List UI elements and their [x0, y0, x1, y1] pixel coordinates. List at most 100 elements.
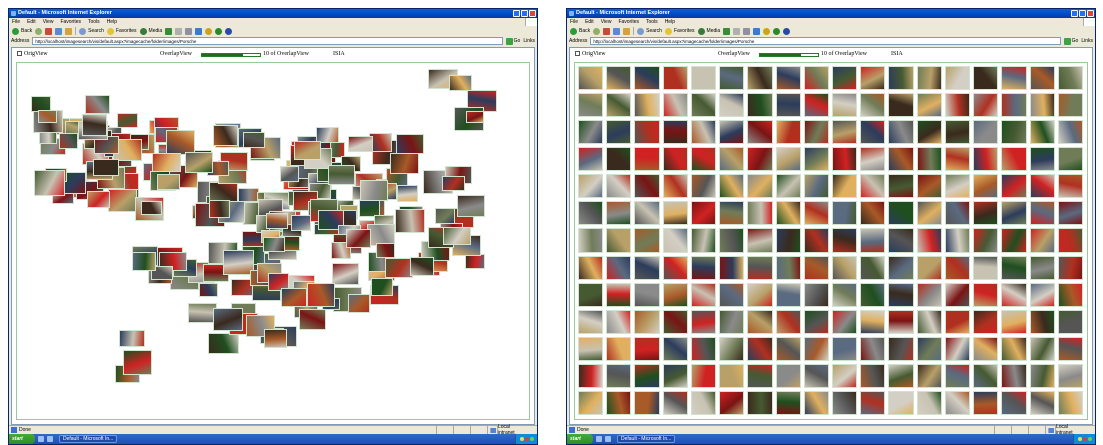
image-thumbnail[interactable]: [973, 228, 999, 253]
image-thumbnail[interactable]: [803, 336, 829, 361]
image-thumbnail[interactable]: [662, 390, 688, 415]
image-thumbnail[interactable]: [944, 309, 971, 334]
image-thumbnail[interactable]: [1029, 309, 1055, 334]
menu-item[interactable]: Tools: [88, 18, 100, 26]
media-button[interactable]: Media: [697, 27, 720, 35]
image-thumbnail[interactable]: [775, 66, 801, 91]
image-thumbnail[interactable]: [1029, 120, 1055, 145]
image-thumbnail[interactable]: [832, 174, 858, 199]
edit-icon[interactable]: [195, 27, 203, 35]
image-thumbnail[interactable]: [944, 120, 971, 145]
image-thumbnail[interactable]: [1001, 390, 1027, 415]
image-thumbnail[interactable]: [719, 93, 745, 118]
image-thumbnail[interactable]: [860, 282, 886, 307]
image-thumbnail[interactable]: [307, 283, 336, 307]
image-thumbnail[interactable]: [1057, 363, 1083, 388]
image-thumbnail[interactable]: [397, 184, 418, 202]
image-thumbnail[interactable]: [634, 336, 660, 361]
links-button[interactable]: Links: [523, 38, 535, 44]
image-thumbnail[interactable]: [662, 66, 688, 91]
image-thumbnail[interactable]: [888, 309, 914, 334]
blue-circle-icon[interactable]: [225, 27, 233, 35]
image-thumbnail[interactable]: [634, 390, 660, 415]
print-icon[interactable]: [743, 27, 751, 35]
image-thumbnail[interactable]: [719, 120, 745, 145]
media-button[interactable]: Media: [139, 27, 162, 35]
image-thumbnail[interactable]: [747, 282, 773, 307]
image-thumbnail[interactable]: [1001, 309, 1027, 334]
image-thumbnail[interactable]: [860, 255, 886, 280]
image-thumbnail[interactable]: [92, 158, 119, 176]
image-thumbnail[interactable]: [747, 120, 773, 145]
image-thumbnail[interactable]: [944, 93, 971, 118]
image-thumbnail[interactable]: [803, 120, 829, 145]
image-thumbnail[interactable]: [719, 255, 745, 280]
image-thumbnail[interactable]: [213, 307, 244, 332]
image-thumbnail[interactable]: [832, 120, 858, 145]
image-thumbnail[interactable]: [719, 174, 745, 199]
image-thumbnail[interactable]: [1057, 282, 1083, 307]
image-thumbnail[interactable]: [860, 147, 886, 172]
image-thumbnail[interactable]: [916, 390, 942, 415]
image-thumbnail[interactable]: [578, 390, 604, 415]
back-button[interactable]: Back: [12, 27, 32, 35]
start-button[interactable]: start: [9, 434, 35, 444]
image-thumbnail[interactable]: [860, 93, 886, 118]
image-thumbnail[interactable]: [1057, 120, 1083, 145]
image-thumbnail[interactable]: [973, 336, 999, 361]
image-thumbnail[interactable]: [916, 201, 942, 226]
image-thumbnail[interactable]: [119, 329, 146, 348]
image-thumbnail[interactable]: [775, 309, 801, 334]
image-thumbnail[interactable]: [578, 309, 604, 334]
image-thumbnail[interactable]: [1057, 228, 1083, 253]
image-thumbnail[interactable]: [1029, 390, 1055, 415]
tray-icon[interactable]: [529, 437, 534, 441]
image-thumbnail[interactable]: [662, 147, 688, 172]
image-thumbnail[interactable]: [662, 93, 688, 118]
image-thumbnail[interactable]: [803, 201, 829, 226]
image-thumbnail[interactable]: [803, 363, 829, 388]
image-thumbnail[interactable]: [747, 93, 773, 118]
image-thumbnail[interactable]: [888, 390, 914, 415]
image-thumbnail[interactable]: [719, 201, 745, 226]
blue-circle-icon[interactable]: [783, 27, 791, 35]
forward-arrow-icon[interactable]: [35, 27, 43, 35]
image-thumbnail[interactable]: [690, 228, 717, 253]
image-thumbnail[interactable]: [441, 176, 465, 192]
image-thumbnail[interactable]: [328, 164, 356, 186]
overlap-slider[interactable]: [201, 53, 261, 57]
menu-item[interactable]: Tools: [646, 18, 658, 26]
image-thumbnail[interactable]: [747, 201, 773, 226]
image-thumbnail[interactable]: [578, 336, 604, 361]
image-thumbnail[interactable]: [888, 363, 914, 388]
image-thumbnail[interactable]: [944, 228, 971, 253]
image-thumbnail[interactable]: [634, 120, 660, 145]
menu-item[interactable]: Help: [107, 18, 117, 26]
refresh-icon[interactable]: [613, 27, 621, 35]
minimize-icon[interactable]: [1071, 10, 1078, 17]
image-thumbnail[interactable]: [1057, 309, 1083, 334]
image-thumbnail[interactable]: [457, 195, 486, 218]
image-thumbnail[interactable]: [389, 152, 419, 174]
overlap-slider[interactable]: [759, 53, 819, 57]
image-thumbnail[interactable]: [944, 282, 971, 307]
image-thumbnail[interactable]: [1057, 66, 1083, 91]
image-thumbnail[interactable]: [1057, 147, 1083, 172]
image-thumbnail[interactable]: [888, 201, 914, 226]
search-button[interactable]: Search: [79, 27, 104, 35]
image-thumbnail[interactable]: [209, 200, 231, 218]
image-thumbnail[interactable]: [606, 66, 632, 91]
menu-item[interactable]: Edit: [27, 18, 36, 26]
image-thumbnail[interactable]: [84, 94, 111, 115]
image-thumbnail[interactable]: [775, 336, 801, 361]
image-thumbnail[interactable]: [832, 336, 858, 361]
messenger-icon[interactable]: [205, 27, 213, 35]
image-thumbnail[interactable]: [719, 66, 745, 91]
image-thumbnail[interactable]: [973, 309, 999, 334]
image-thumbnail[interactable]: [719, 309, 745, 334]
image-thumbnail[interactable]: [198, 282, 218, 297]
mail-icon[interactable]: [175, 27, 183, 35]
address-input[interactable]: http://localhost/imagesearch/vis/default…: [590, 37, 1061, 45]
image-thumbnail[interactable]: [690, 390, 717, 415]
image-thumbnail[interactable]: [973, 120, 999, 145]
